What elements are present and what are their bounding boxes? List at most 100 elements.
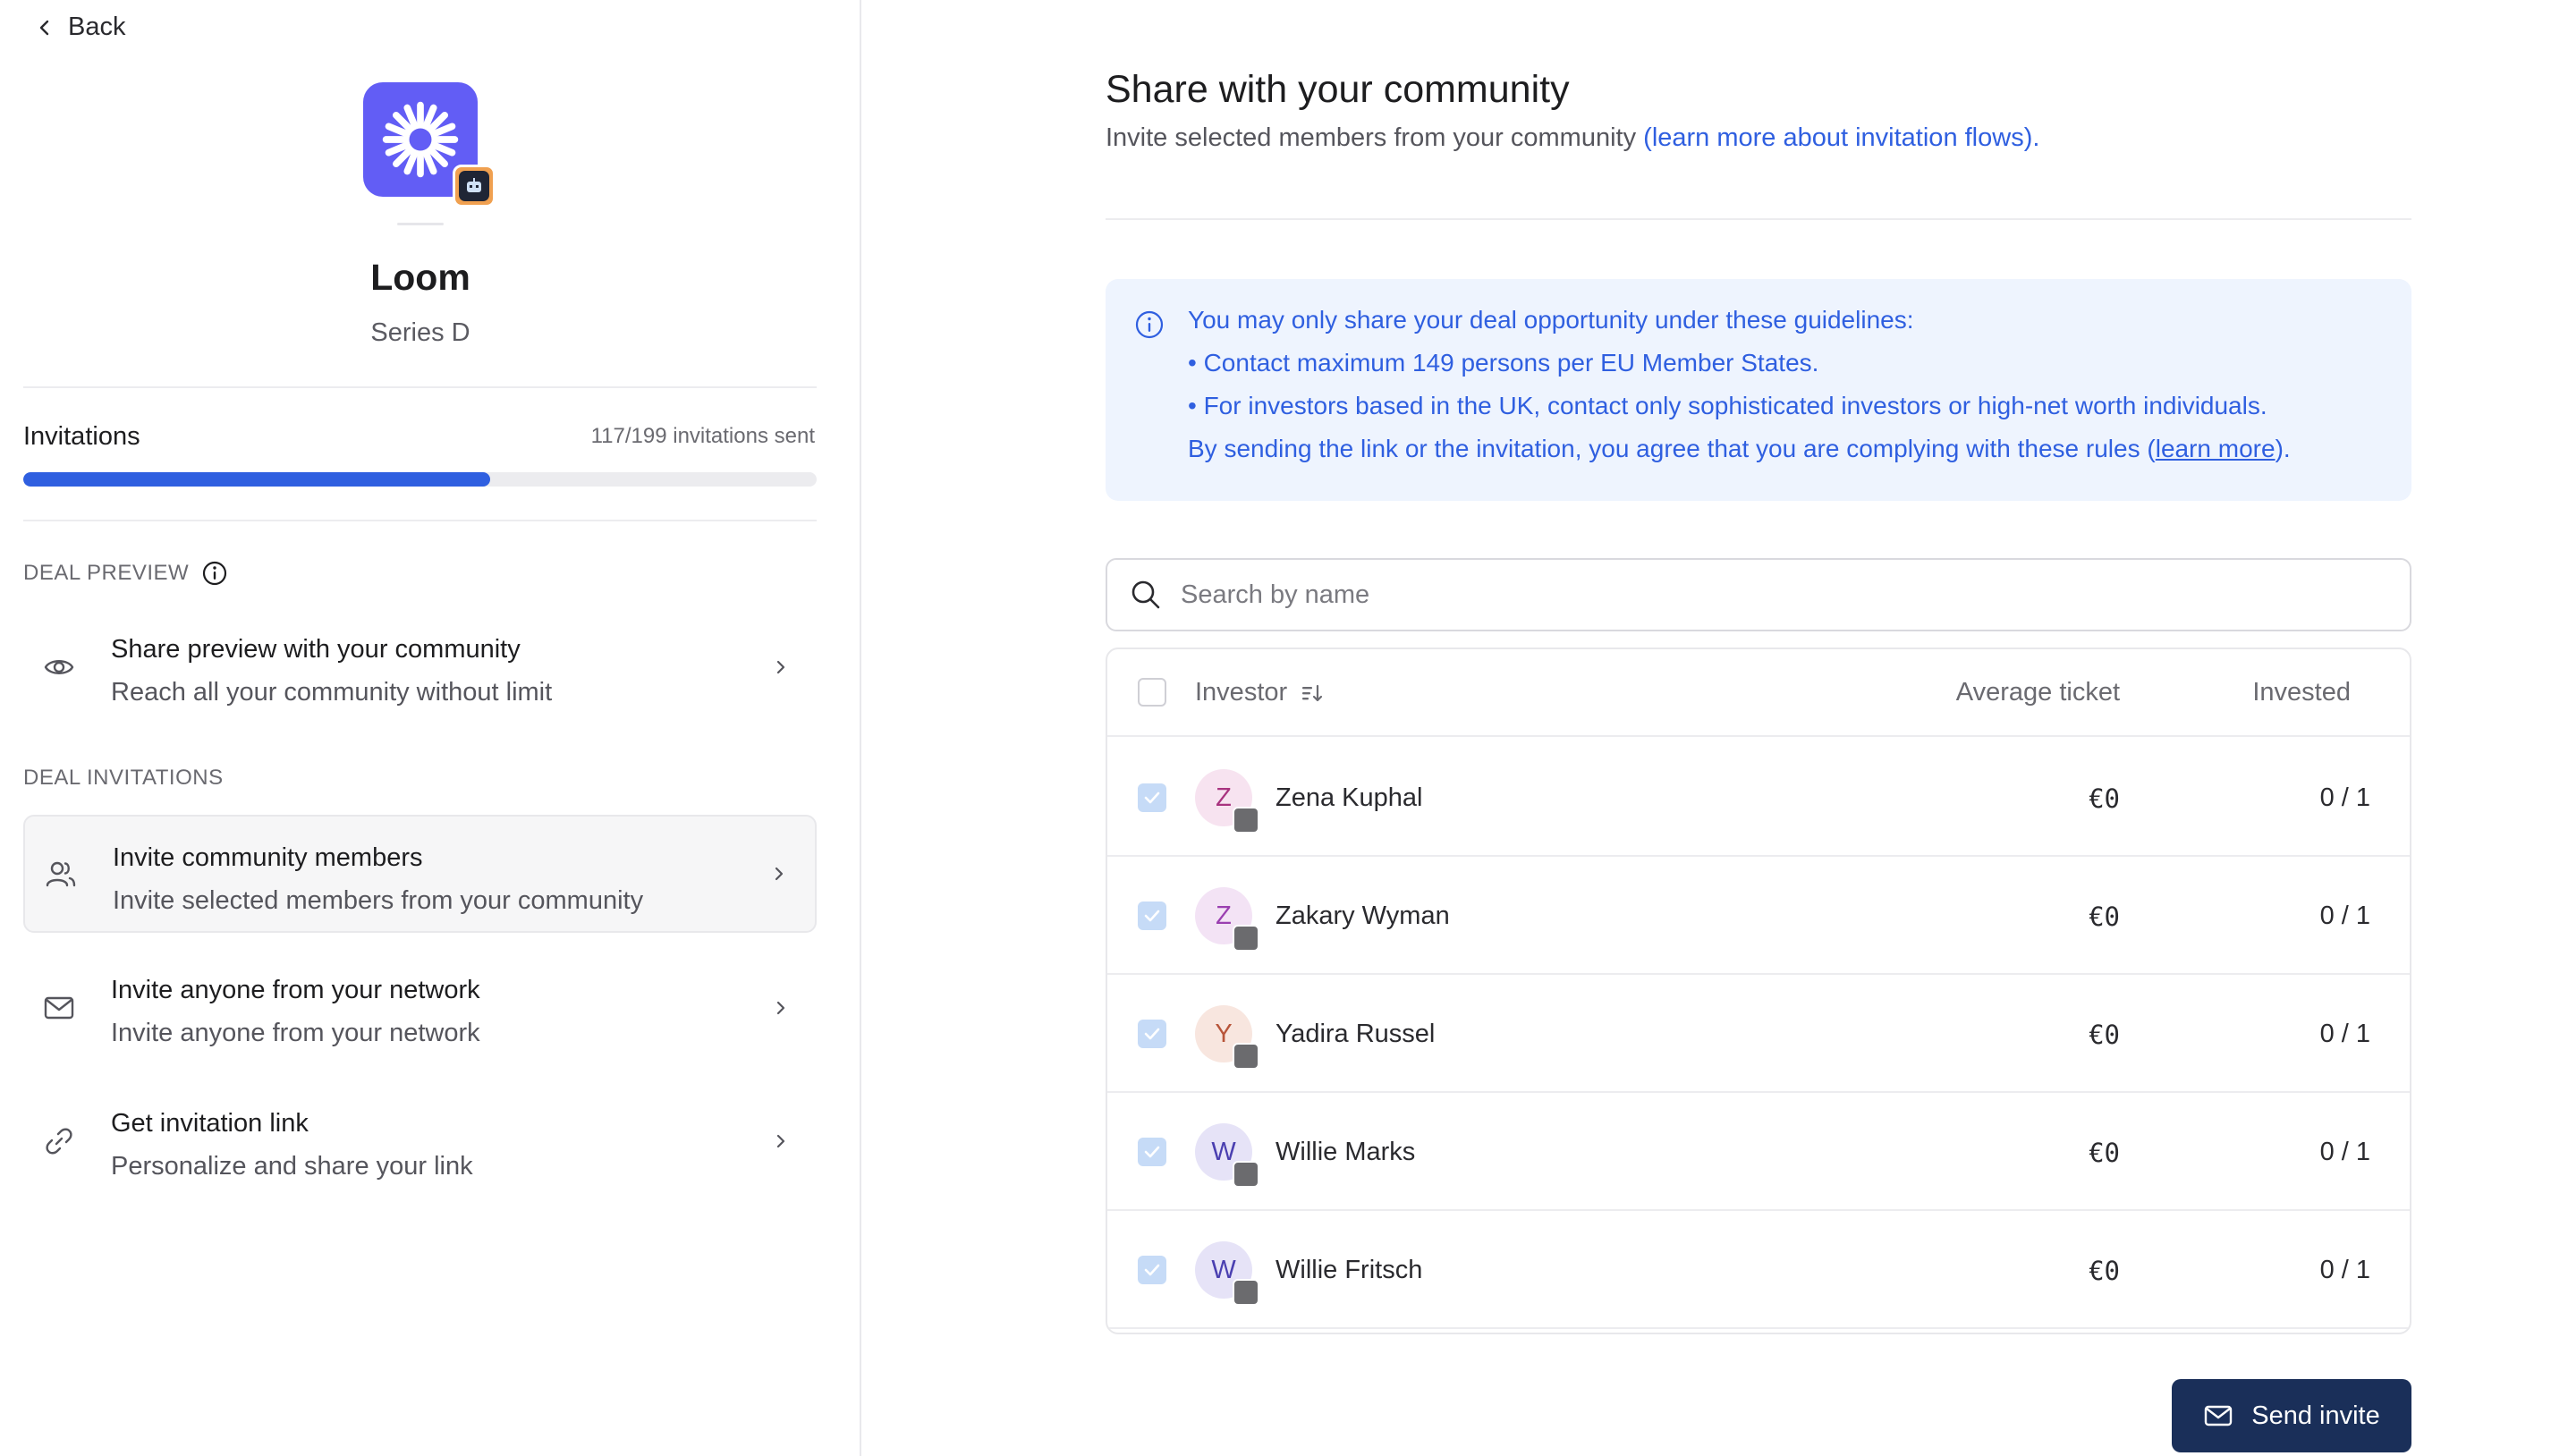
progress-fill: [23, 472, 490, 487]
chevron-right-icon: [776, 660, 785, 674]
notice-line: You may only share your deal opportunity…: [1188, 306, 1914, 334]
deal-preview-title: DEAL PREVIEW: [23, 561, 190, 585]
notice-bullet: • For investors based in the UK, contact…: [1188, 392, 2267, 419]
chevron-right-icon: [775, 867, 784, 881]
investor-column-label: Investor: [1195, 678, 1288, 707]
check-icon: [1144, 1028, 1160, 1040]
avatar-initial: Z: [1216, 901, 1232, 930]
divider: [23, 386, 817, 388]
menu-item-share-preview[interactable]: Share preview with your community Reach …: [23, 608, 817, 726]
avatar-badge-icon: [1233, 1161, 1259, 1188]
notice-bullet: • Contact maximum 149 persons per EU Mem…: [1188, 349, 1819, 377]
notice-agreement: By sending the link or the invitation, y…: [1188, 435, 2291, 463]
sort-icon: [1302, 684, 1323, 701]
notice-agreement-text: By sending the link or the invitation, y…: [1188, 435, 2156, 462]
send-invite-button[interactable]: Send invite: [2172, 1379, 2411, 1452]
learn-more-flows-link[interactable]: (learn more about invitation flows).: [1643, 123, 2039, 152]
table-row[interactable]: Z Zakary Wyman €0 0 / 1: [1107, 857, 2410, 975]
avatar-initial: Z: [1216, 783, 1232, 812]
users-icon: [46, 861, 76, 887]
row-checkbox[interactable]: [1138, 1256, 1166, 1284]
mail-icon: [2205, 1405, 2233, 1426]
company-name: Loom: [370, 257, 470, 298]
menu-item-title: Get invitation link: [111, 1109, 309, 1138]
menu-item-subtitle: Invite anyone from your network: [111, 1019, 480, 1047]
avatar-initial: Y: [1215, 1019, 1233, 1048]
page-subtitle: Invite selected members from your commun…: [1106, 123, 2039, 153]
check-icon: [1144, 1146, 1160, 1158]
invitations-count: 117/199 invitations sent: [590, 424, 815, 448]
row-checkbox[interactable]: [1138, 1138, 1166, 1166]
check-icon: [1144, 791, 1160, 804]
average-ticket-value: €0: [2089, 783, 2120, 814]
divider: [23, 520, 817, 521]
left-panel: Back Loom Series D Invitations 117/199 i…: [0, 0, 861, 1456]
robot-badge-icon: [453, 165, 496, 207]
search-icon: [1131, 580, 1160, 609]
invested-value: 0 / 1: [2319, 1138, 2370, 1166]
avatar-badge-icon: [1233, 1043, 1259, 1070]
investor-name: Willie Marks: [1276, 1138, 1416, 1166]
table-row[interactable]: Z Zena Kuphal €0 0 / 1: [1107, 739, 2410, 857]
investor-name: Zakary Wyman: [1276, 902, 1450, 930]
average-ticket-value: €0: [2089, 1256, 2120, 1286]
learn-more-link[interactable]: learn more: [2156, 435, 2276, 462]
divider: [1106, 218, 2411, 220]
table-row[interactable]: W Willie Marks €0 0 / 1: [1107, 1093, 2410, 1211]
avatar: Y: [1195, 1005, 1259, 1070]
company-round: Series D: [370, 318, 470, 347]
info-icon: [1135, 310, 1164, 339]
check-icon: [1144, 1264, 1160, 1276]
average-ticket-value: €0: [2089, 902, 2120, 932]
logo-divider: [397, 223, 444, 225]
guidelines-notice: You may only share your deal opportunity…: [1106, 279, 2411, 501]
avatar-badge-icon: [1233, 925, 1259, 952]
back-button[interactable]: Back: [36, 13, 125, 42]
investor-name: Zena Kuphal: [1276, 783, 1423, 812]
row-checkbox[interactable]: [1138, 902, 1166, 930]
chevron-right-icon: [776, 1134, 785, 1148]
avatar-initial: W: [1211, 1255, 1236, 1284]
avatar: W: [1195, 1123, 1259, 1188]
average-ticket-value: €0: [2089, 1138, 2120, 1168]
row-checkbox[interactable]: [1138, 1020, 1166, 1048]
invested-column-header: Invested: [2252, 678, 2351, 707]
avatar: Z: [1195, 887, 1259, 952]
search-input[interactable]: [1181, 560, 2388, 630]
info-icon[interactable]: [201, 560, 228, 587]
avatar-badge-icon: [1233, 807, 1259, 834]
menu-item-invite-community[interactable]: Invite community members Invite selected…: [23, 815, 817, 933]
page-title: Share with your community: [1106, 68, 1570, 111]
link-icon: [46, 1128, 72, 1155]
row-checkbox[interactable]: [1138, 783, 1166, 812]
menu-item-subtitle: Reach all your community without limit: [111, 678, 553, 707]
menu-item-invitation-link[interactable]: Get invitation link Personalize and shar…: [23, 1082, 817, 1200]
deal-invitations-title: DEAL INVITATIONS: [23, 766, 224, 790]
send-invite-label: Send invite: [2251, 1401, 2380, 1430]
investor-name: Willie Fritsch: [1276, 1256, 1423, 1284]
menu-item-title: Invite anyone from your network: [111, 976, 480, 1004]
table-row[interactable]: Y Yadira Russel €0 0 / 1: [1107, 975, 2410, 1093]
table-row[interactable]: W Willie Fritsch €0 0 / 1: [1107, 1211, 2410, 1329]
investor-column-header[interactable]: Investor: [1195, 678, 1325, 707]
menu-item-title: Share preview with your community: [111, 635, 521, 664]
table-header: Investor Average ticket Invested: [1107, 649, 2410, 737]
menu-item-invite-network[interactable]: Invite anyone from your network Invite a…: [23, 949, 817, 1067]
menu-item-title: Invite community members: [113, 843, 423, 872]
app-root: Back Loom Series D Invitations 117/199 i…: [0, 0, 2551, 1456]
average-ticket-column-header: Average ticket: [1955, 678, 2120, 707]
investor-name: Yadira Russel: [1276, 1020, 1436, 1048]
select-all-checkbox[interactable]: [1138, 678, 1166, 707]
invested-value: 0 / 1: [2319, 902, 2370, 930]
menu-item-subtitle: Personalize and share your link: [111, 1152, 473, 1181]
investors-table: Investor Average ticket Invested Z Zena K…: [1106, 648, 2411, 1334]
invitations-label: Invitations: [23, 422, 140, 451]
check-icon: [1144, 910, 1160, 922]
avatar-initial: W: [1211, 1137, 1236, 1166]
menu-item-subtitle: Invite selected members from your commun…: [113, 886, 644, 915]
notice-agreement-suffix: ).: [2275, 435, 2291, 462]
average-ticket-value: €0: [2089, 1020, 2120, 1050]
avatar: Z: [1195, 769, 1259, 834]
chevron-right-icon: [776, 1001, 785, 1015]
eye-icon: [44, 660, 74, 674]
